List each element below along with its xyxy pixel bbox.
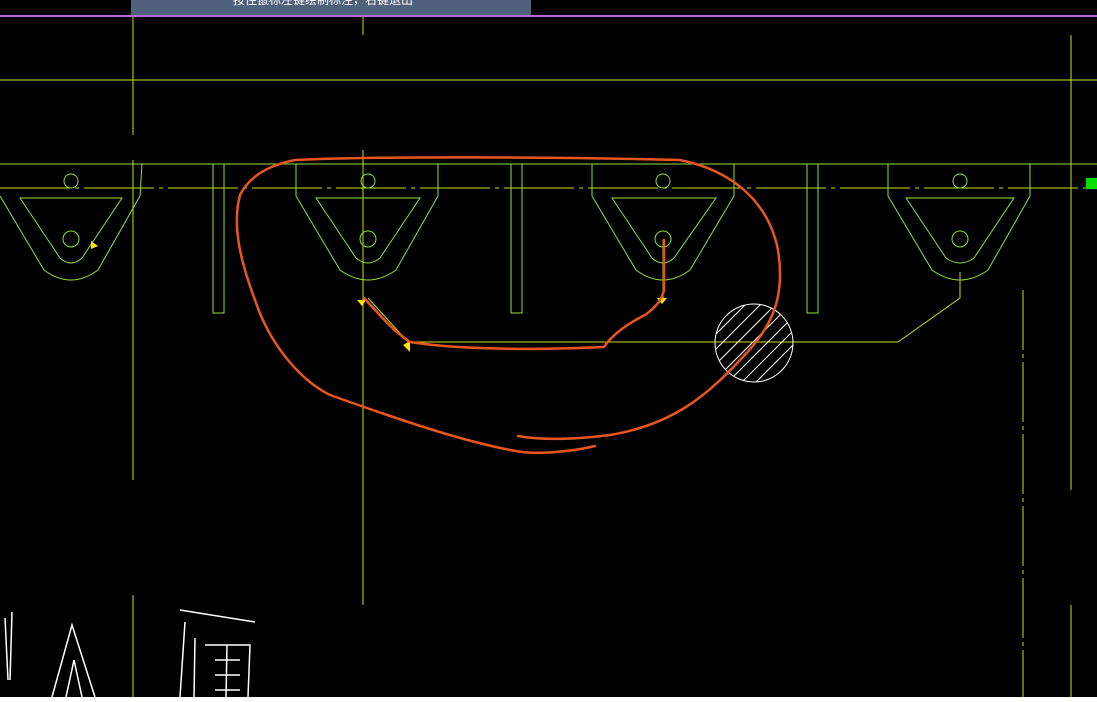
hatch-lines	[715, 304, 793, 382]
glyph-fragment-2	[51, 622, 96, 698]
bracket-3-bolt-top	[655, 173, 671, 189]
cad-drawing-viewport[interactable]: 按住鼠标左键绘制标注，右键退出	[0, 0, 1097, 702]
status-strip	[0, 697, 1097, 702]
glyph-fragment-1	[4, 611, 13, 681]
markup-inner-path[interactable]	[362, 238, 666, 351]
bracket-1-bolt	[62, 230, 80, 248]
window-top-border	[0, 15, 1097, 17]
bracket-row	[0, 163, 1097, 314]
bracket-4-bolt	[951, 230, 969, 248]
command-tooltip-text: 按住鼠标左键绘制标注，右键退出	[233, 0, 414, 7]
grip-markers[interactable]	[91, 241, 667, 352]
drawing-text-fragment	[4, 609, 256, 698]
hatched-section	[714, 303, 794, 383]
green-grip-square-icon[interactable]	[1086, 178, 1097, 189]
bracket-4-bolt-top	[952, 173, 968, 189]
divider-3	[806, 164, 819, 314]
bracket-2-bolt	[359, 230, 377, 248]
yellow-snap-marker-icon[interactable]	[357, 300, 366, 306]
command-tooltip: 按住鼠标左键绘制标注，右键退出	[131, 0, 531, 15]
glyph-fragment-3	[179, 609, 256, 698]
divider-2	[510, 164, 523, 314]
bracket-1-bolt-top	[63, 173, 79, 189]
connection-line-right	[897, 272, 961, 343]
bracket-2	[295, 164, 439, 281]
bracket-1	[0, 163, 143, 281]
drawing-canvas[interactable]	[0, 0, 1097, 702]
yellow-snap-marker-icon[interactable]	[91, 241, 98, 249]
divider-1	[212, 164, 225, 314]
construction-lines	[0, 17, 1097, 697]
bracket-4	[887, 164, 1031, 281]
